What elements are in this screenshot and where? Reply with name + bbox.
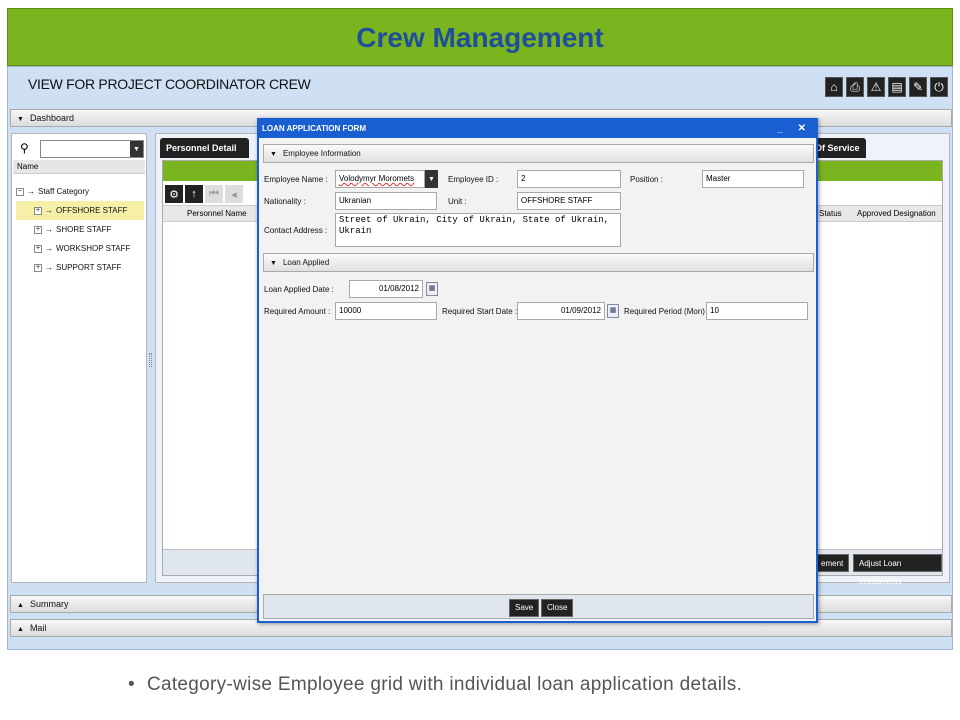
position-field[interactable]: Master: [702, 170, 804, 188]
unit-label: Unit :: [448, 197, 467, 206]
tab-personnel-details[interactable]: Personnel Details: [160, 138, 248, 158]
employee-name-combo[interactable]: Volodymyr Moromets: [335, 170, 425, 188]
unit-field[interactable]: OFFSHORE STAFF: [517, 192, 621, 210]
print-icon[interactable]: ⎙: [846, 77, 864, 97]
search-select[interactable]: ▼: [40, 140, 144, 158]
nationality-field[interactable]: Ukranian: [335, 192, 437, 210]
summary-label: Summary: [29, 599, 69, 609]
name-column-header[interactable]: Name: [13, 160, 145, 174]
slide-caption: • Category-wise Employee grid with indivi…: [128, 674, 742, 696]
previous-page-icon[interactable]: ◂: [225, 185, 243, 203]
loan-application-dialog: LOAN APPLICATION FORM _ ✕ ▼ Employee Info…: [257, 118, 818, 623]
tree-item-label: SHORE STAFF: [56, 225, 112, 234]
tree-item-shore-staff[interactable]: + → SHORE STAFF: [16, 220, 144, 239]
dialog-footer: Save Close: [263, 594, 814, 619]
calendar-icon[interactable]: ▦: [426, 282, 438, 296]
required-amount-label: Required Amount :: [264, 307, 331, 316]
tree-root-label: Staff Category: [38, 187, 89, 196]
expand-toggle-icon[interactable]: +: [34, 244, 42, 253]
search-row: ⚲ ▼: [16, 140, 144, 158]
tree-item-support-staff[interactable]: + → SUPPORT STAFF: [16, 258, 144, 277]
section-label: Employee Information: [282, 149, 361, 158]
first-page-icon[interactable]: ⏮: [205, 185, 223, 203]
arrow-icon: →: [45, 263, 53, 272]
required-period-field[interactable]: 10: [706, 302, 808, 320]
warning-icon[interactable]: ⚠: [867, 77, 885, 97]
view-title: VIEW FOR PROJECT COORDINATOR CREW: [28, 76, 311, 92]
section-label: Loan Applied: [282, 258, 330, 267]
tree-item-label: WORKSHOP STAFF: [56, 244, 131, 253]
required-amount-field[interactable]: 10000: [335, 302, 437, 320]
grid-toolbar: ⚙ ↑ ⏮ ◂: [165, 185, 243, 203]
slide-title: Crew Management: [356, 22, 604, 53]
adjust-loan-installments-button[interactable]: Adjust Loan Installments: [853, 554, 942, 586]
contact-address-label: Contact Address :: [264, 226, 328, 235]
tree-item-offshore-staff[interactable]: + → OFFSHORE STAFF: [16, 201, 144, 220]
category-panel: ⚲ ▼ Name − → Staff Category + → OFFSHORE STA…: [11, 133, 147, 583]
position-label: Position :: [630, 175, 663, 184]
required-period-label: Required Period (Mon) :: [624, 307, 710, 316]
required-start-date-field[interactable]: 01/09/2012: [517, 302, 605, 320]
expand-toggle-icon[interactable]: +: [34, 225, 42, 234]
close-button[interactable]: Close: [541, 599, 574, 617]
slide-header: Crew Management: [7, 8, 953, 66]
home-icon[interactable]: ⌂: [825, 77, 843, 97]
chevron-down-icon[interactable]: ▼: [425, 170, 438, 188]
employee-name-label: Employee Name :: [264, 175, 328, 184]
employee-information-section[interactable]: ▼ Employee Information: [263, 144, 814, 163]
tab-hidden[interactable]: [237, 138, 249, 158]
bullet-icon: •: [128, 674, 135, 695]
collapse-icon: ▼: [17, 116, 24, 123]
employee-id-label: Employee ID :: [448, 175, 499, 184]
mail-label: Mail: [29, 623, 47, 633]
category-tree: − → Staff Category + → OFFSHORE STAFF + → SHOR…: [16, 182, 144, 277]
tree-root[interactable]: − → Staff Category: [16, 182, 144, 201]
edit-icon[interactable]: ✎: [909, 77, 927, 97]
column-approved-designation[interactable]: Approved Designation: [857, 209, 936, 218]
agreement-button[interactable]: ement: [815, 554, 850, 572]
required-start-date-label: Required Start Date :: [442, 307, 518, 316]
save-button[interactable]: Save: [509, 599, 540, 617]
tree-item-workshop-staff[interactable]: + → WORKSHOP STAFF: [16, 239, 144, 258]
dialog-title: LOAN APPLICATION FORM: [262, 124, 366, 133]
arrow-icon: →: [45, 206, 53, 215]
settings-icon[interactable]: ⚙: [165, 185, 183, 203]
employee-id-field[interactable]: 2: [517, 170, 621, 188]
contact-address-textarea[interactable]: Street of Ukrain, City of Ukrain, State …: [335, 213, 621, 247]
tree-item-label: SUPPORT STAFF: [56, 263, 122, 272]
power-icon[interactable]: ⏻: [930, 77, 948, 97]
expand-toggle-icon[interactable]: +: [34, 263, 42, 272]
expand-icon: ▲: [17, 626, 24, 633]
document-icon[interactable]: ▤: [888, 77, 906, 97]
arrow-icon: →: [45, 225, 53, 234]
chevron-down-icon[interactable]: ▼: [130, 141, 143, 157]
caption-text: Category-wise Employee grid with individ…: [146, 674, 743, 695]
dialog-title-bar[interactable]: LOAN APPLICATION FORM _ ✕: [259, 120, 816, 138]
nationality-label: Nationality :: [264, 197, 306, 206]
loan-applied-date-field[interactable]: 01/08/2012: [349, 280, 423, 298]
arrow-icon: →: [45, 244, 53, 253]
loan-applied-section[interactable]: ▼ Loan Applied: [263, 253, 814, 272]
window-controls[interactable]: _ ✕: [777, 120, 812, 138]
collapse-icon: ▼: [270, 151, 277, 158]
tree-item-label: OFFSHORE STAFF: [56, 206, 128, 215]
expand-toggle-icon[interactable]: +: [34, 206, 42, 215]
search-icon[interactable]: ⚲: [20, 141, 29, 155]
dashboard-label: Dashboard: [29, 113, 74, 123]
upload-icon[interactable]: ↑: [185, 185, 203, 203]
arrow-icon: →: [27, 187, 35, 196]
calendar-icon[interactable]: ▦: [607, 304, 619, 318]
column-status[interactable]: Status: [819, 209, 842, 218]
toolbar: ⌂ ⎙ ⚠ ▤ ✎ ⏻: [825, 77, 948, 97]
collapse-toggle-icon[interactable]: −: [16, 187, 24, 196]
panel-splitter[interactable]: [149, 353, 152, 367]
column-personnel-name[interactable]: Personnel Name: [187, 209, 247, 218]
expand-icon: ▲: [17, 602, 24, 609]
collapse-icon: ▼: [270, 260, 277, 267]
loan-applied-date-label: Loan Applied Date :: [264, 285, 334, 294]
